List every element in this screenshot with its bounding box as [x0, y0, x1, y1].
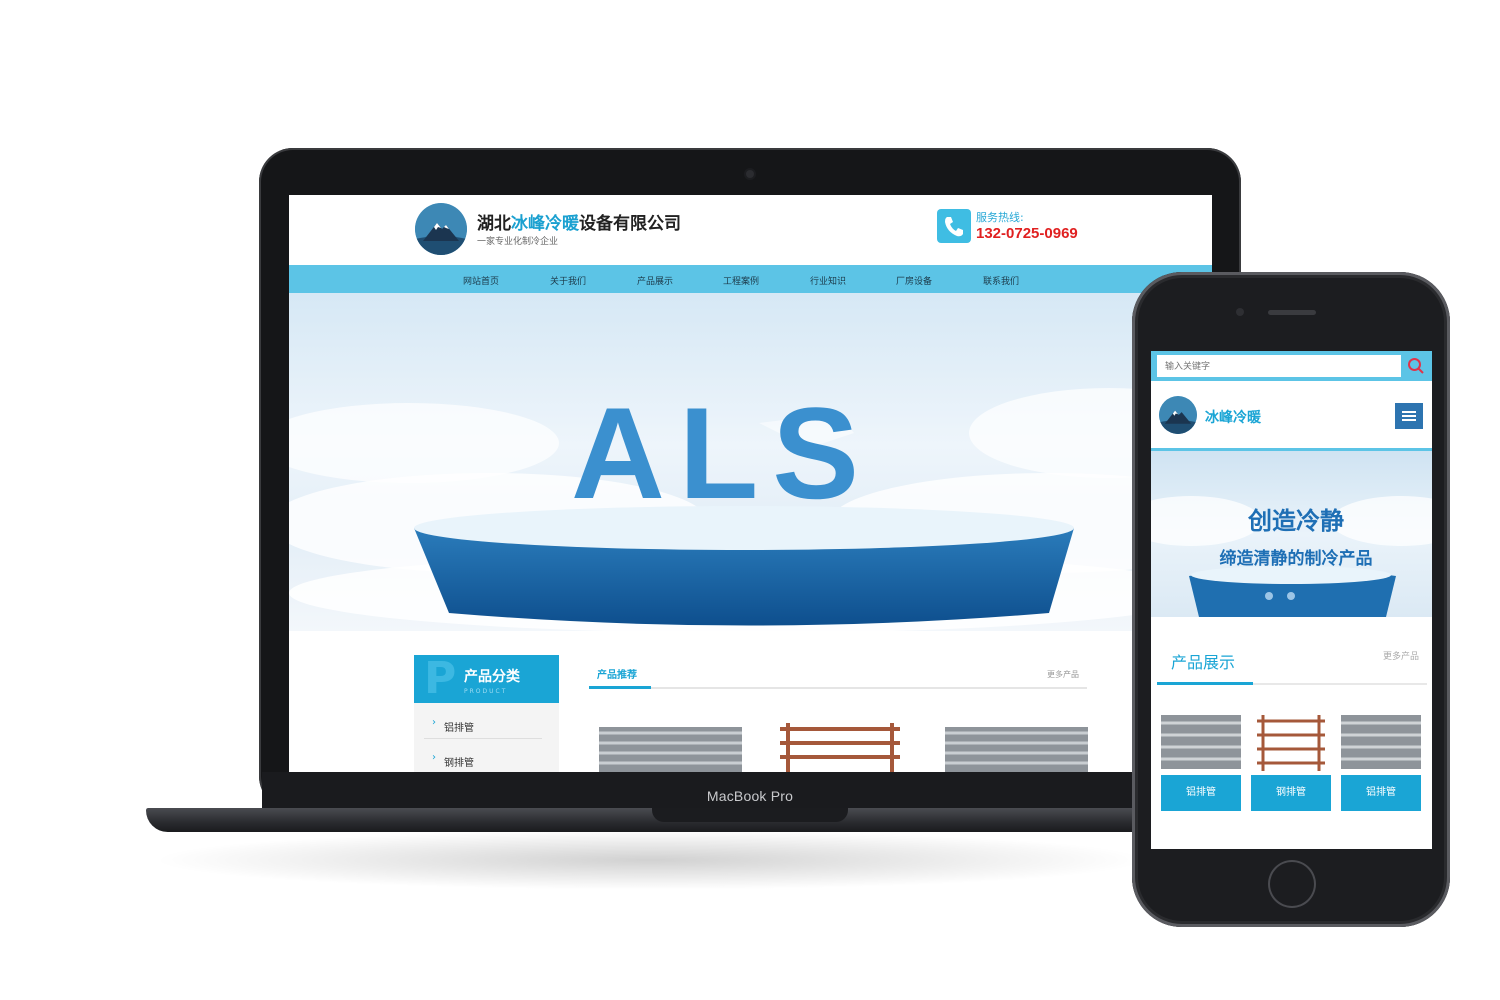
category-item-steel[interactable]: 钢排管	[444, 754, 474, 769]
mobile-banner: 创造冷静 缔造清静的制冷产品	[1151, 451, 1432, 617]
product-image-steel[interactable]	[774, 719, 906, 772]
nav-item-factory[interactable]: 厂房设备	[896, 274, 932, 287]
mobile-product-button[interactable]: 钢排管	[1251, 775, 1331, 811]
hotline-label: 服务热线:	[976, 211, 1024, 224]
chevron-right-icon: ›	[432, 717, 436, 728]
company-logo[interactable]	[415, 203, 467, 255]
company-name[interactable]: 湖北冰峰冷暖设备有限公司	[477, 209, 681, 234]
mobile-section-title: 产品展示	[1171, 653, 1236, 672]
mobile-product-image[interactable]	[1161, 709, 1241, 773]
mobile-product-image[interactable]	[1251, 709, 1331, 773]
category-item-aluminum[interactable]: 铝排管	[444, 719, 474, 734]
nav-item-about[interactable]: 关于我们	[550, 274, 586, 287]
laptop-screen: 湖北冰峰冷暖设备有限公司 一家专业化制冷企业 服务热线: 132-0725-09…	[289, 195, 1212, 772]
nav-item-knowledge[interactable]: 行业知识	[810, 274, 846, 287]
mobile-more-link[interactable]: 更多产品	[1383, 649, 1419, 662]
company-name-highlight: 冰峰冷暖	[511, 214, 579, 234]
nav-item-products[interactable]: 产品展示	[637, 274, 673, 287]
tab-active-indicator	[589, 686, 651, 689]
laptop-brand-label: MacBook Pro	[706, 788, 794, 804]
mobile-banner-line2: 缔造清静的制冷产品	[1219, 549, 1373, 569]
company-slogan: 一家专业化制冷企业	[477, 237, 559, 247]
mobile-search-input[interactable]	[1157, 355, 1401, 377]
mountain-icon	[415, 203, 467, 255]
mobile-logo[interactable]	[1159, 396, 1197, 434]
search-icon[interactable]	[1407, 357, 1425, 375]
menu-line	[1402, 419, 1416, 421]
chevron-right-icon: ›	[432, 752, 436, 763]
banner-headline: ALS	[571, 380, 873, 526]
mobile-site-name: 冰峰冷暖	[1205, 410, 1261, 426]
product-image-aluminum-2[interactable]	[945, 723, 1088, 772]
mobile-product-button[interactable]: 铝排管	[1161, 775, 1241, 811]
category-title-letter: P	[424, 653, 457, 704]
laptop-shadow	[150, 830, 1150, 890]
tab-recommended[interactable]: 产品推荐	[597, 666, 637, 681]
nav-item-contact[interactable]: 联系我们	[983, 274, 1019, 287]
phone-home-button[interactable]	[1268, 860, 1316, 908]
nav-item-cases[interactable]: 工程案例	[723, 274, 759, 287]
phone-camera	[1236, 308, 1244, 316]
laptop-camera	[746, 170, 754, 178]
mobile-section-active	[1157, 682, 1253, 685]
company-name-prefix: 湖北	[477, 214, 511, 234]
category-title: 产品分类	[464, 669, 520, 685]
hotline-number: 132-0725-0969	[976, 225, 1078, 242]
category-divider	[424, 738, 542, 739]
menu-line	[1402, 411, 1416, 413]
phone-icon	[937, 209, 971, 243]
phone-screen: 冰峰冷暖 创造冷静 缔造清静的制冷产品 产品展示 更多产品 铝排管 钢排管 铝排…	[1151, 351, 1432, 849]
mobile-product-image[interactable]	[1341, 709, 1421, 773]
more-products-link[interactable]: 更多产品	[1047, 669, 1079, 680]
mountain-icon	[1159, 396, 1197, 434]
laptop-notch	[652, 808, 848, 822]
product-image-aluminum[interactable]	[599, 723, 742, 772]
phone-speaker	[1268, 310, 1316, 315]
nav-item-home[interactable]: 网站首页	[463, 274, 499, 287]
category-subtitle: PRODUCT	[464, 688, 508, 695]
hamburger-menu-button[interactable]	[1395, 403, 1423, 429]
tab-underline	[589, 687, 1087, 689]
mobile-product-button[interactable]: 铝排管	[1341, 775, 1421, 811]
mobile-banner-line1: 创造冷静	[1248, 507, 1344, 535]
hero-banner: ALS	[289, 293, 1212, 631]
menu-line	[1402, 415, 1416, 417]
company-name-suffix: 设备有限公司	[579, 214, 681, 234]
